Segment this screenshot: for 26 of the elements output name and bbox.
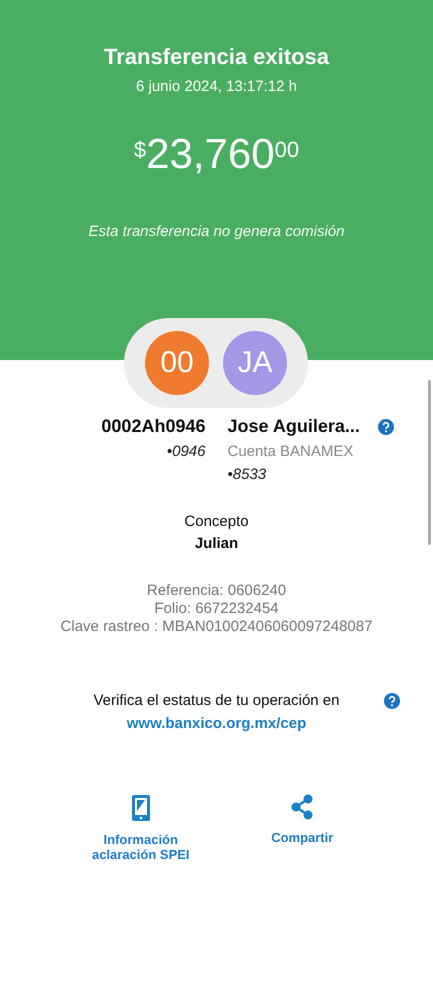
amount-cents: 00 (274, 137, 300, 163)
phone-icon (130, 794, 151, 822)
account-number: •8533 (228, 466, 266, 483)
account-number: •0946 (166, 443, 206, 460)
help-icon[interactable] (384, 692, 400, 708)
avatar: JA (223, 331, 287, 395)
action-button[interactable]: Información aclaración SPEI (80, 794, 201, 862)
concept-label: Concepto (184, 513, 249, 530)
bank-name: Cuenta BANAMEX (228, 443, 354, 460)
action-button[interactable]: Compartir (271, 794, 334, 862)
banxico-link[interactable]: www.banxico.org.mx/cep (126, 715, 306, 732)
help-icon[interactable] (378, 418, 394, 434)
amount: 23,760 (146, 133, 275, 175)
verify-text: Verifica el estatus de tu operación en (94, 692, 340, 709)
concept-value: Julian (194, 535, 238, 552)
avatar: 00 (145, 331, 209, 395)
account-name: Jose Aguilera... (228, 416, 360, 437)
reference-text: Folio: 6672232454 (154, 600, 279, 618)
title: Transferencia exitosa (104, 44, 329, 70)
date: 6 junio 2024, 13:17:12 h (136, 78, 297, 95)
currency-sign: $ (134, 137, 146, 163)
reference-text: Referencia: 0606240 (146, 582, 286, 600)
fee-note: Esta transferencia no genera comisión (88, 223, 344, 240)
reference-text: Clave rastreo : MBAN01002406060097248087 (60, 618, 372, 636)
share-icon (290, 794, 314, 820)
account-name: 0002Ah0946 (101, 416, 206, 437)
